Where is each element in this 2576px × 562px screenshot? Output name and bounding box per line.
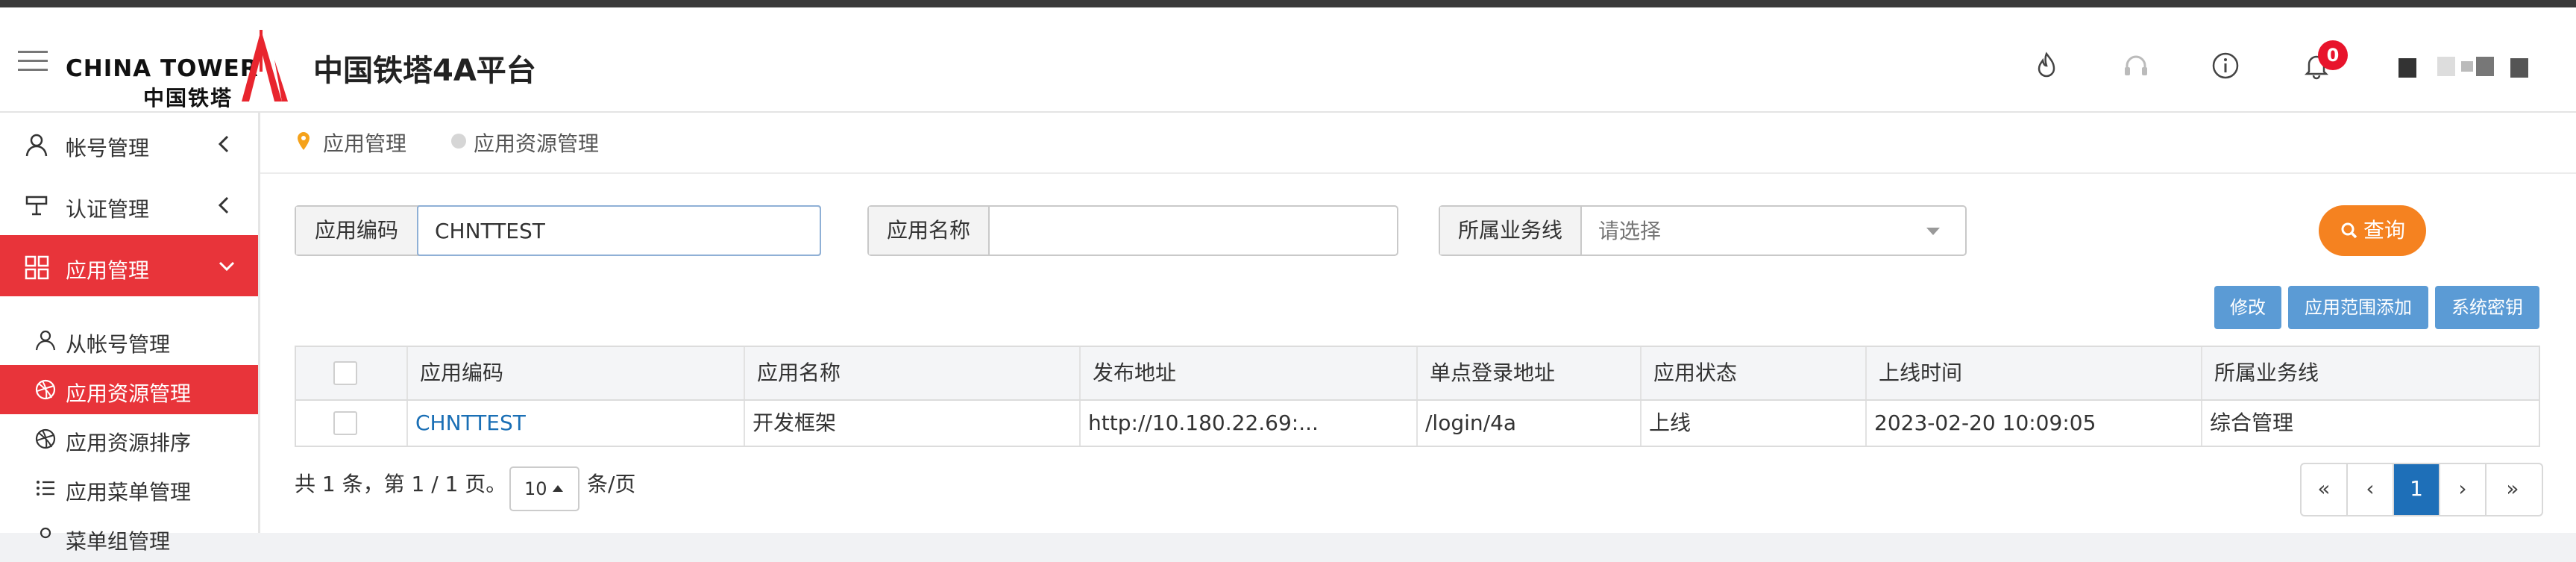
pagination: « ‹ 1 › »	[2300, 463, 2543, 516]
sidebar-subitem-app-resource[interactable]: 应用资源管理	[0, 365, 258, 414]
edit-button[interactable]: 修改	[2214, 286, 2281, 329]
caret-up-icon	[553, 485, 563, 492]
main-content: 应用管理 应用资源管理 应用编码 应用名称 所属业务线 查询 修改 应用范围添加…	[260, 113, 2576, 533]
dribbble-icon	[35, 428, 56, 449]
th-app-code[interactable]: 应用编码	[408, 347, 745, 399]
sidebar-subitem-resource-order[interactable]: 应用资源排序	[0, 414, 258, 463]
fire-icon[interactable]	[2032, 51, 2061, 81]
china-tower-logo: CHINA TOWER 中国铁塔	[66, 27, 289, 110]
app-name-input[interactable]	[990, 207, 1395, 255]
window-top-strip	[0, 0, 2576, 7]
th-business-line[interactable]: 所属业务线	[2202, 347, 2539, 399]
query-button[interactable]: 查询	[2319, 205, 2426, 256]
row-checkbox[interactable]	[333, 411, 357, 435]
system-secret-button[interactable]: 系统密钥	[2435, 286, 2539, 329]
business-line-label: 所属业务线	[1440, 207, 1582, 255]
query-button-label: 查询	[2363, 218, 2405, 243]
breadcrumb-current: 应用资源管理	[474, 131, 600, 156]
search-icon	[2341, 222, 2357, 239]
cell-publish-url: http://10.180.22.69:...	[1081, 401, 1418, 446]
app-name-filter: 应用名称	[867, 205, 1398, 256]
pagination-summary: 共 1 条，第 1 / 1 页。	[295, 472, 507, 496]
cell-app-status: 上线	[1642, 401, 1867, 446]
breadcrumb-separator	[451, 134, 466, 149]
app-code-filter: 应用编码	[295, 205, 821, 256]
breadcrumb-parent[interactable]: 应用管理	[323, 128, 406, 157]
user-icon	[25, 134, 48, 157]
row-select-cell	[296, 401, 408, 446]
dribbble-icon	[35, 379, 56, 400]
notification-badge: 0	[2318, 40, 2348, 70]
last-page-button[interactable]: »	[2487, 464, 2539, 515]
table-header: 应用编码 应用名称 发布地址 单点登录地址 应用状态 上线时间 所属业务线	[296, 347, 2539, 401]
menu-toggle-icon[interactable]	[18, 51, 48, 78]
th-sso-url[interactable]: 单点登录地址	[1418, 347, 1642, 399]
prev-page-button[interactable]: ‹	[2348, 464, 2394, 515]
top-header: CHINA TOWER 中国铁塔 中国铁塔4A平台 0	[0, 7, 2576, 113]
th-publish-url[interactable]: 发布地址	[1081, 347, 1418, 399]
current-page-button[interactable]: 1	[2394, 464, 2440, 515]
app-title: 中国铁塔4A平台	[313, 54, 536, 88]
resource-table: 应用编码 应用名称 发布地址 单点登录地址 应用状态 上线时间 所属业务线 CH…	[295, 346, 2540, 447]
sidebar-subitem-label: 从帐号管理	[66, 332, 171, 357]
sidebar-subitem-label: 应用菜单管理	[66, 480, 192, 505]
cell-app-name: 开发框架	[745, 401, 1081, 446]
table-row[interactable]: CHNTTEST 开发框架 http://10.180.22.69:... /l…	[296, 401, 2539, 446]
divider	[260, 172, 2576, 174]
sidebar-item-app[interactable]: 应用管理	[0, 235, 258, 296]
cell-sso-url: /login/4a	[1418, 401, 1642, 446]
page-size-value: 10	[524, 478, 547, 499]
chevron-down-icon	[219, 261, 235, 272]
logo-text-cn: 中国铁塔	[143, 86, 233, 110]
stamp-icon	[25, 196, 48, 216]
next-page-button[interactable]: ›	[2440, 464, 2487, 515]
select-all-checkbox[interactable]	[333, 361, 357, 385]
business-line-filter: 所属业务线	[1439, 205, 1967, 256]
page-size-select[interactable]: 10	[509, 466, 579, 511]
sidebar-subitem-label: 应用资源管理	[66, 381, 192, 406]
grid-icon	[25, 255, 49, 280]
sidebar-subitem-label: 菜单组管理	[66, 529, 171, 554]
page-size-suffix: 条/页	[587, 472, 636, 496]
sidebar-subitem-menu-group[interactable]: 菜单组管理	[0, 513, 258, 562]
th-online-time[interactable]: 上线时间	[1867, 347, 2202, 399]
app-code-label: 应用编码	[296, 207, 418, 255]
map-pin-icon	[298, 132, 310, 150]
th-app-name[interactable]: 应用名称	[745, 347, 1081, 399]
user-icon	[40, 527, 51, 539]
tower-logo-icon	[242, 30, 288, 102]
sidebar-item-auth[interactable]: 认证管理	[0, 174, 258, 235]
business-line-select[interactable]	[1582, 207, 1932, 255]
th-app-status[interactable]: 应用状态	[1642, 347, 1867, 399]
first-page-button[interactable]: «	[2302, 464, 2348, 515]
sidebar-subitem-label: 应用资源排序	[66, 431, 192, 455]
sidebar-subitem-sub-account[interactable]: 从帐号管理	[0, 316, 258, 365]
list-icon	[37, 481, 54, 496]
select-all-cell	[296, 347, 408, 399]
app-code-input[interactable]	[418, 207, 818, 255]
cell-business-line: 综合管理	[2210, 410, 2294, 435]
cell-online-time: 2023-02-20 10:09:05	[1867, 401, 2202, 446]
cell-app-code-link[interactable]: CHNTTEST	[408, 401, 745, 446]
add-scope-button[interactable]: 应用范围添加	[2288, 286, 2428, 329]
dropdown-caret-icon[interactable]	[1926, 228, 1940, 235]
logo-text-en: CHINA TOWER	[66, 55, 259, 82]
sidebar-subitem-app-menu[interactable]: 应用菜单管理	[0, 463, 258, 513]
sidebar-item-label: 应用管理	[66, 258, 150, 283]
sidebar-item-label: 认证管理	[66, 197, 150, 222]
sidebar-item-label: 帐号管理	[66, 136, 150, 160]
sidebar: 帐号管理 认证管理 应用管理 从帐号管理 应用资源管理 应用资源排序 应用菜单管…	[0, 113, 260, 554]
info-icon[interactable]	[2211, 51, 2240, 81]
chevron-left-icon	[218, 135, 229, 153]
chevron-left-icon	[218, 196, 229, 214]
headset-icon[interactable]	[2121, 51, 2151, 81]
user-icon	[35, 330, 56, 351]
sidebar-item-account[interactable]: 帐号管理	[0, 113, 258, 174]
app-name-label: 应用名称	[869, 207, 990, 255]
